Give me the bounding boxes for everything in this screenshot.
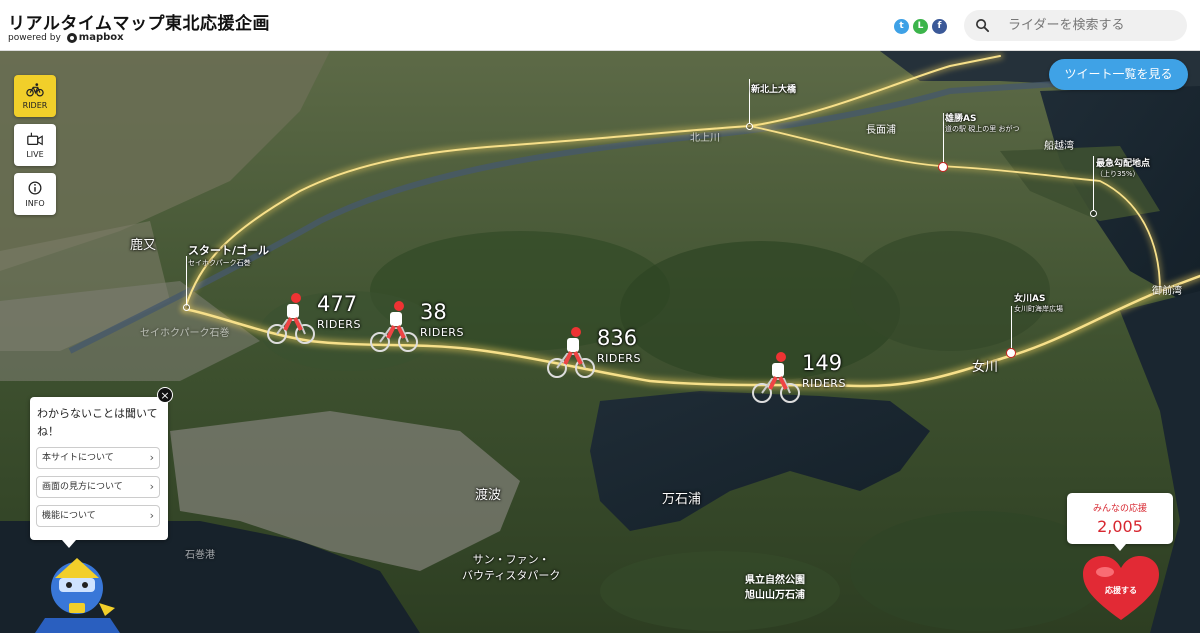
help-item-label: 機能について [42, 511, 96, 521]
nav-info-label: INFO [25, 199, 45, 208]
poi-pin-line [1093, 156, 1094, 211]
poi-ogatsu-sub: 道の駅 硯上の里 おがつ [945, 125, 1020, 133]
support-counter-box: みんなの応援 2,005 [1067, 493, 1173, 551]
poi-steepest-name: 最急勾配地点 [1096, 159, 1151, 169]
rider-count: 38 [420, 300, 447, 324]
bicycle-icon [26, 83, 44, 97]
mapbox-icon [66, 32, 77, 43]
place-ishinomaki-port: 石巻港 [185, 550, 215, 561]
nav-rider-label: RIDER [22, 101, 48, 110]
rider-search[interactable] [964, 10, 1187, 41]
place-funakoshi: 船越湾 [1044, 141, 1074, 152]
nav-rider-button[interactable]: RIDER [14, 75, 56, 117]
help-item-about-site[interactable]: 本サイトについて › [36, 447, 160, 469]
cyclist-icon [370, 301, 418, 352]
chevron-right-icon: › [149, 480, 154, 493]
poi-start-sub: セイホクパーク石巻 [188, 259, 251, 267]
poi-ogatsu-as[interactable]: 雄勝AS 道の駅 硯上の里 おがつ [945, 111, 1019, 134]
satellite-map[interactable]: RIDER LIVE INFO ツイート一覧を見る スタート/ゴール セイホクパ… [0, 51, 1200, 633]
help-item-label: 画面の見方について [42, 482, 123, 492]
poi-pin-line [943, 113, 944, 163]
nav-live-label: LIVE [26, 150, 44, 159]
poi-ogatsu-marker[interactable] [938, 162, 948, 172]
cyclist-icon [752, 352, 800, 403]
help-message: わからないことは聞いてね！ [37, 407, 158, 438]
place-onagawa: 女川 [972, 360, 999, 375]
powered-by-label: powered by [8, 32, 61, 43]
tweet-list-button[interactable]: ツイート一覧を見る [1049, 59, 1188, 90]
riders-label: RIDERS [420, 326, 464, 339]
poi-steepest-point[interactable]: 最急勾配地点 （上り35%） [1096, 156, 1150, 179]
poi-onagawa-sub: 女川町海岸広場 [1014, 305, 1063, 313]
mascot-character[interactable] [35, 548, 120, 633]
info-icon [28, 181, 42, 195]
rider-cluster[interactable]: 38 RIDERS [368, 298, 478, 368]
mapbox-logo[interactable]: mapbox [66, 32, 124, 43]
rider-count: 149 [802, 351, 843, 375]
app-title: リアルタイムマップ東北応援企画 [8, 14, 270, 34]
poi-onagawa-as[interactable]: 女川AS 女川町海岸広場 [1014, 291, 1063, 314]
place-kitakami-river: 北上川 [690, 133, 720, 144]
rider-count: 477 [317, 292, 358, 316]
twitter-icon[interactable]: t [894, 19, 909, 34]
place-bay-right: 御前湾 [1152, 286, 1182, 297]
support-label: みんなの応援 [1092, 504, 1147, 514]
help-popup: わからないことは聞いてね！ 本サイトについて › 画面の見方について › 機能に… [30, 397, 168, 548]
help-item-label: 本サイトについて [42, 453, 114, 463]
poi-onagawa-name: 女川AS [1014, 294, 1046, 304]
poi-ogatsu-name: 雄勝AS [945, 114, 977, 124]
line-icon[interactable]: L [913, 19, 928, 34]
cyclist-icon [267, 293, 315, 344]
poi-start-marker[interactable] [183, 304, 190, 311]
riders-label: RIDERS [597, 352, 641, 365]
riders-label: RIDERS [317, 318, 361, 331]
place-prefectural-park: 県立自然公園 旭山山万石浦 [745, 575, 805, 601]
search-icon [976, 19, 990, 33]
chevron-right-icon: › [149, 451, 154, 464]
search-input[interactable] [1008, 10, 1178, 41]
header-bar: リアルタイムマップ東北応援企画 powered by mapbox t L f [0, 0, 1200, 51]
riders-label: RIDERS [802, 377, 846, 390]
poi-pin-line [186, 256, 187, 306]
poi-onagawa-marker[interactable] [1006, 348, 1016, 358]
poi-bridge-name: 新北上大橋 [751, 85, 797, 95]
poi-bridge-marker[interactable] [746, 123, 753, 130]
poi-pin-line [1011, 306, 1012, 350]
support-count: 2,005 [1097, 517, 1143, 536]
place-seihoku-faded: セイホクパーク石巻 [140, 328, 230, 339]
help-close-button[interactable]: × [157, 387, 173, 403]
nav-info-button[interactable]: INFO [14, 173, 56, 215]
poi-steepest-sub: （上り35%） [1096, 170, 1140, 178]
rider-cluster[interactable]: 477 RIDERS [265, 290, 375, 360]
rider-count: 836 [597, 326, 638, 350]
help-item-features[interactable]: 機能について › [36, 505, 160, 527]
place-nagatsura: 長面浦 [866, 125, 896, 136]
poi-steepest-marker[interactable] [1090, 210, 1097, 217]
facebook-icon[interactable]: f [932, 19, 947, 34]
place-sunfan-park: サン・ファン・ バウティスタパーク [462, 553, 561, 582]
rider-cluster[interactable]: 149 RIDERS [750, 349, 860, 419]
place-mangokuura: 万石浦 [662, 492, 702, 507]
powered-by: powered by mapbox [8, 32, 124, 43]
camera-icon [27, 132, 43, 146]
rider-cluster[interactable]: 836 RIDERS [545, 324, 655, 394]
poi-shinkitakami-bridge[interactable]: 新北上大橋 [751, 82, 796, 95]
support-button-label[interactable]: 応援する [1098, 585, 1144, 596]
poi-start-name: スタート/ゴール [188, 244, 270, 257]
nav-live-button[interactable]: LIVE [14, 124, 56, 166]
place-watanoha: 渡波 [475, 488, 502, 503]
mapbox-logo-text: mapbox [78, 32, 124, 43]
poi-start-goal[interactable]: スタート/ゴール セイホクパーク石巻 [188, 242, 269, 268]
chevron-right-icon: › [149, 509, 154, 522]
help-item-how-to-read[interactable]: 画面の見方について › [36, 476, 160, 498]
cyclist-icon [547, 327, 595, 378]
place-hebita: 鹿又 [130, 238, 157, 253]
poi-pin-line [749, 79, 750, 124]
